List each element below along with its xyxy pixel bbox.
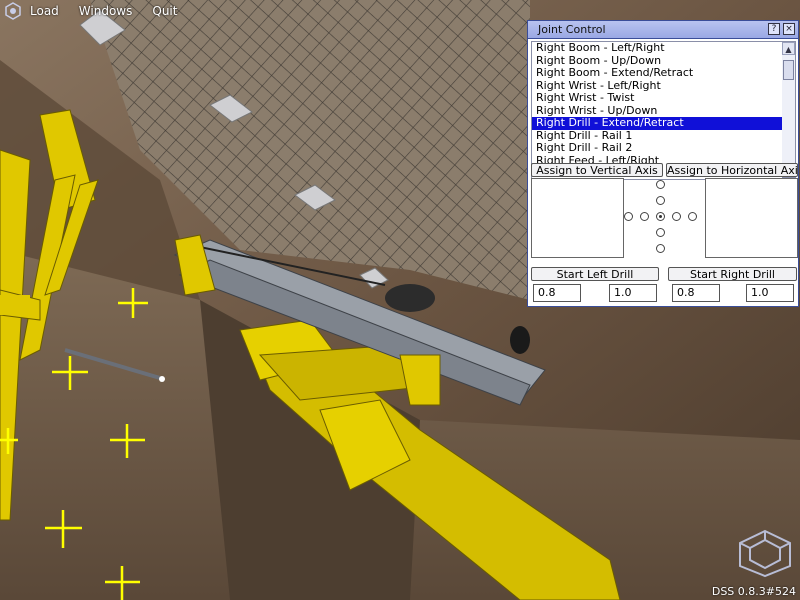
assign-vertical-axis-button[interactable]: Assign to Vertical Axis bbox=[531, 163, 663, 177]
horizontal-axis-pad[interactable] bbox=[705, 178, 798, 258]
left-drill-value-2-input[interactable]: 1.0 bbox=[609, 284, 657, 302]
dpad-left-icon[interactable] bbox=[624, 212, 633, 221]
dpad-right-small-icon[interactable] bbox=[672, 212, 681, 221]
close-icon[interactable]: × bbox=[783, 23, 795, 35]
menu-bar: Load Windows Quit bbox=[0, 0, 800, 22]
version-label: DSS 0.8.3#524 bbox=[711, 585, 796, 598]
scroll-thumb[interactable] bbox=[783, 60, 794, 80]
menu-load[interactable]: Load bbox=[30, 4, 59, 18]
dpad-up-icon[interactable] bbox=[656, 180, 665, 189]
start-left-drill-button[interactable]: Start Left Drill bbox=[531, 267, 659, 281]
window-title: Joint Control bbox=[538, 23, 606, 36]
menu-windows[interactable]: Windows bbox=[79, 4, 133, 18]
joint-list-scrollbar[interactable]: ▲ ▼ bbox=[782, 41, 796, 178]
app-logo-icon bbox=[2, 0, 24, 22]
joint-control-titlebar[interactable]: Joint Control ? × bbox=[528, 21, 798, 39]
dpad-down-small-icon[interactable] bbox=[656, 228, 665, 237]
assign-horizontal-axis-button[interactable]: Assign to Horizontal Axis bbox=[666, 163, 798, 177]
list-item[interactable]: Right Wrist - Twist bbox=[532, 91, 783, 105]
menu-quit[interactable]: Quit bbox=[152, 4, 177, 18]
list-item[interactable]: Right Boom - Extend/Retract bbox=[532, 66, 783, 80]
dpad-left-small-icon[interactable] bbox=[640, 212, 649, 221]
list-item-selected[interactable]: Right Drill - Extend/Retract bbox=[532, 116, 783, 130]
left-drill-value-1-input[interactable]: 0.8 bbox=[533, 284, 581, 302]
start-right-drill-button[interactable]: Start Right Drill bbox=[668, 267, 797, 281]
right-drill-value-1-input[interactable]: 0.8 bbox=[672, 284, 720, 302]
navigation-cube-icon[interactable] bbox=[735, 528, 795, 578]
dpad-center-icon[interactable] bbox=[656, 212, 665, 221]
minimize-icon[interactable]: ? bbox=[768, 23, 780, 35]
dpad-down-icon[interactable] bbox=[656, 244, 665, 253]
vertical-axis-pad[interactable] bbox=[531, 178, 624, 258]
dpad-up-small-icon[interactable] bbox=[656, 196, 665, 205]
right-drill-value-2-input[interactable]: 1.0 bbox=[746, 284, 794, 302]
list-item[interactable]: Right Drill - Rail 2 bbox=[532, 141, 783, 155]
joint-list[interactable]: Right Boom - Left/Right Right Boom - Up/… bbox=[531, 41, 784, 180]
list-item[interactable]: Right Boom - Left/Right bbox=[532, 42, 783, 55]
dpad-right-icon[interactable] bbox=[688, 212, 697, 221]
direction-pad[interactable] bbox=[624, 178, 705, 258]
scroll-up-icon[interactable]: ▲ bbox=[782, 42, 795, 55]
joint-control-window: Joint Control ? × Right Boom - Left/Righ… bbox=[527, 20, 799, 307]
